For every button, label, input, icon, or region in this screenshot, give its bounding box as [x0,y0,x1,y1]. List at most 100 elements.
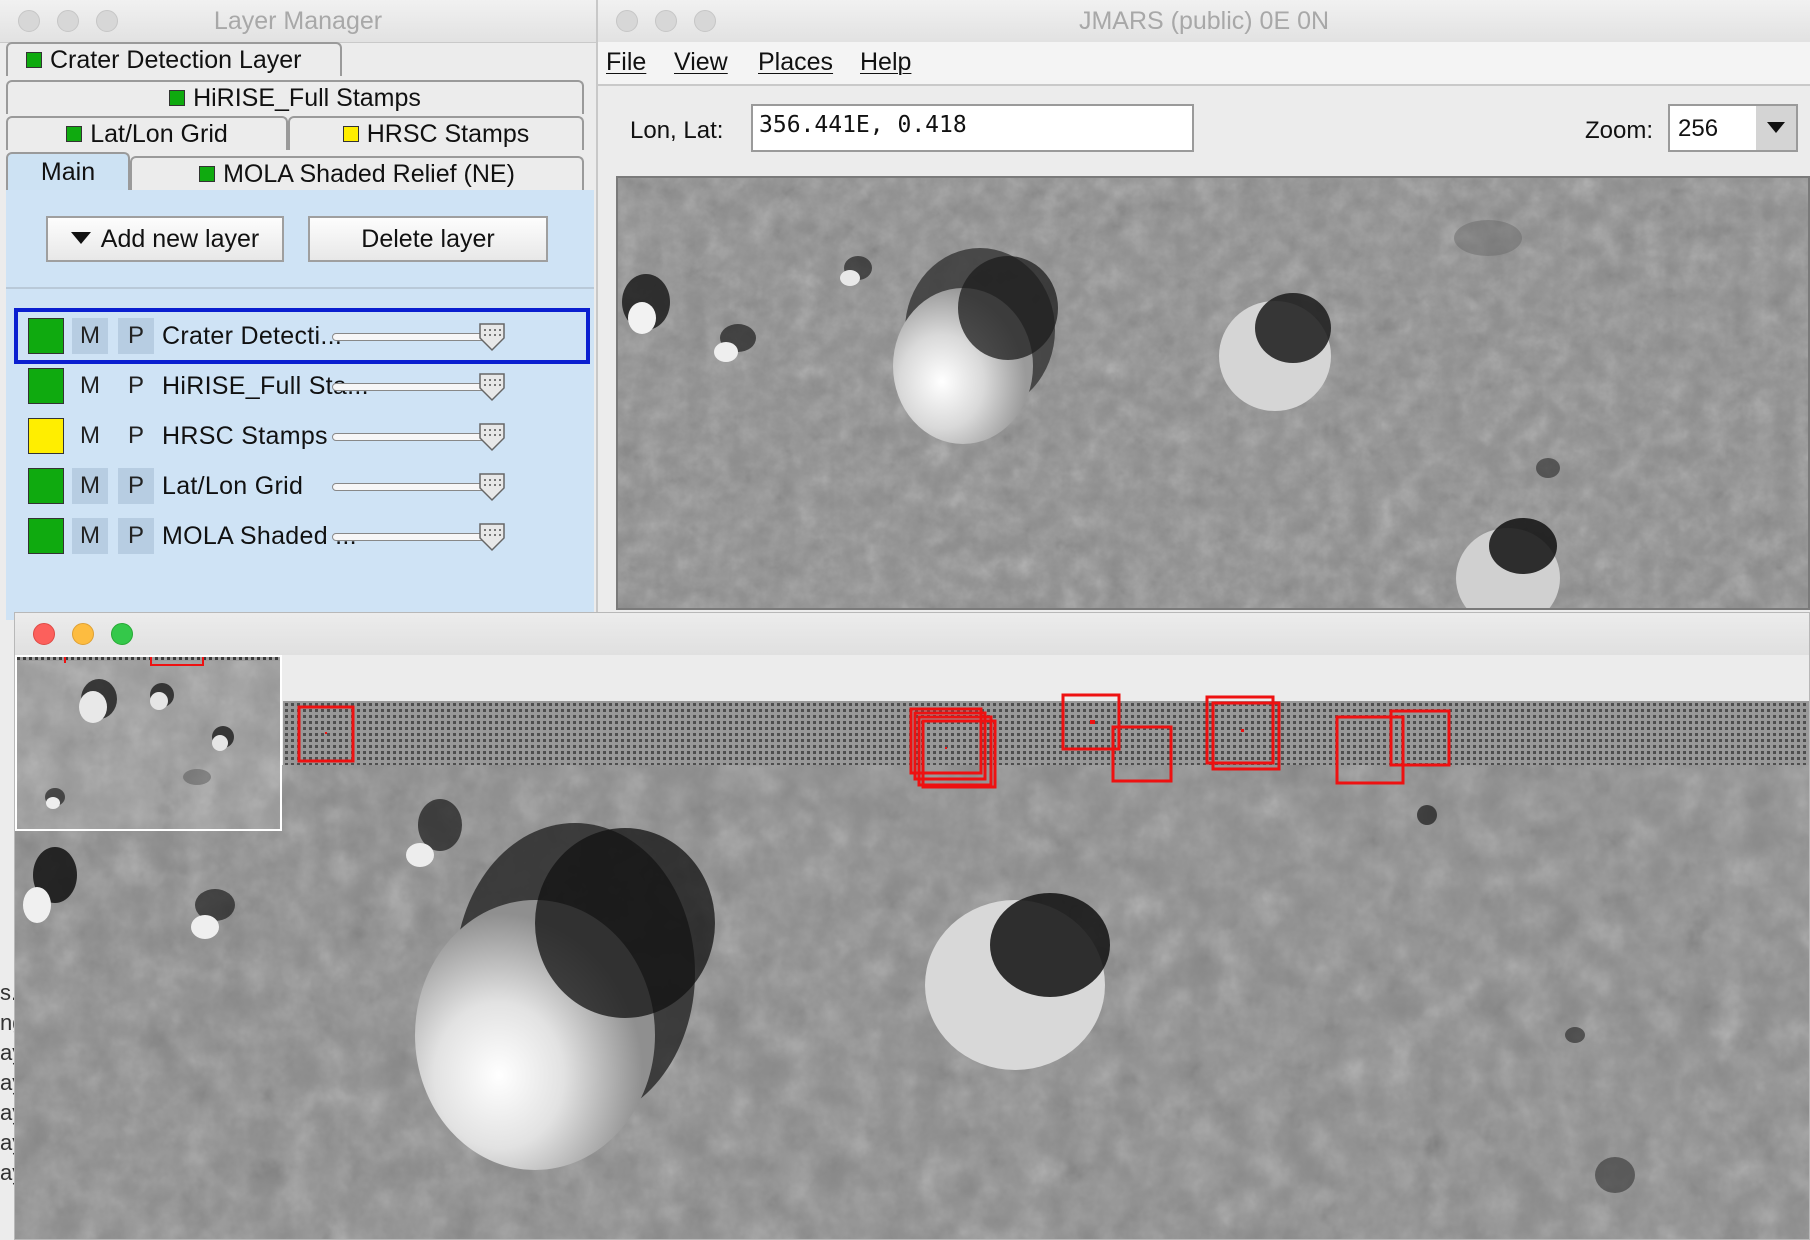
layer-row[interactable]: M P HiRISE_Full Sta... [14,358,590,414]
zoom-label: Zoom: [1585,117,1654,144]
layer-row[interactable]: M P HRSC Stamps [14,408,590,464]
jmars-window: JMARS (public) 0E 0N File View Places He… [598,0,1810,610]
opacity-slider[interactable] [332,483,492,491]
tab-hrsc-stamps[interactable]: HRSC Stamps [288,116,584,150]
window-title: Layer Manager [213,7,383,35]
layer-color-swatch[interactable] [28,418,64,454]
layer-manager-titlebar[interactable]: Layer Manager [0,0,596,43]
layer-color-swatch[interactable] [28,518,64,554]
layer-row[interactable]: M P Lat/Lon Grid [14,458,590,514]
menu-file[interactable]: File [606,48,646,77]
layer-color-icon [199,166,216,182]
tab-label: Crater Detection Layer [50,46,302,74]
tab-mola-shaded-relief[interactable]: MOLA Shaded Relief (NE) [130,156,584,190]
chevron-down-icon[interactable] [1756,106,1796,150]
background-window-edge: s. ng ay ay ay ay ay [0,980,14,1240]
layer-color-icon [66,126,83,142]
main-view-toggle[interactable]: M [72,418,108,454]
opacity-slider[interactable] [332,433,492,441]
zoom-button[interactable] [111,623,133,645]
delete-layer-button[interactable]: Delete layer [308,216,548,262]
minimize-button[interactable] [72,623,94,645]
tab-label: Lat/Lon Grid [90,120,228,148]
layer-manager-window: Layer Manager Crater Detection Layer HiR… [0,0,598,620]
panner-view-toggle[interactable]: P [118,318,154,354]
close-button[interactable] [33,623,55,645]
lonlat-input[interactable]: 356.441E, 0.418 [751,104,1194,152]
main-view-toggle[interactable]: M [72,468,108,504]
truncated-text: ay [0,1160,14,1185]
slider-thumb[interactable] [478,372,506,402]
truncated-text: s. [0,980,14,1005]
layer-color-swatch[interactable] [28,468,64,504]
zoom-select[interactable]: 256 [1668,104,1798,152]
overview-thumbnail[interactable] [15,655,282,831]
main-view-toggle[interactable]: M [72,368,108,404]
tab-main[interactable]: Main [6,152,130,190]
minimize-button[interactable] [57,10,79,32]
main-view-toggle[interactable]: M [72,318,108,354]
panner-view-toggle[interactable]: P [118,468,154,504]
add-new-layer-button[interactable]: Add new layer [46,216,284,262]
layer-row[interactable]: M P MOLA Shaded ... [14,508,590,564]
truncated-text: ay [0,1130,14,1155]
menu-view[interactable]: View [674,48,728,77]
zoom-button[interactable] [96,10,118,32]
main-view-toggle[interactable]: M [72,518,108,554]
window-controls [616,10,716,32]
detail-titlebar[interactable] [15,613,1809,655]
window-controls [33,623,133,645]
detail-map-content [15,655,1810,1240]
slider-thumb[interactable] [478,422,506,452]
truncated-text: ay [0,1100,14,1125]
zoom-value: 256 [1678,115,1719,142]
layer-color-icon [342,126,359,142]
panner-view-toggle[interactable]: P [118,518,154,554]
main-map-view[interactable] [616,176,1810,610]
close-button[interactable] [616,10,638,32]
layer-panel: Add new layer Delete layer M P Crater Dete… [6,190,594,620]
layer-name[interactable]: MOLA Shaded ... [162,518,357,554]
layer-color-icon [169,90,186,106]
close-button[interactable] [18,10,40,32]
slider-thumb[interactable] [478,472,506,502]
window-controls [18,10,118,32]
window-title: JMARS (public) 0E 0N [1078,7,1330,35]
menu-places[interactable]: Places [758,48,833,77]
minimize-button[interactable] [655,10,677,32]
layer-name[interactable]: Crater Detecti... [162,318,342,354]
layer-color-icon [26,52,42,68]
slider-thumb[interactable] [478,322,506,352]
truncated-text: ay [0,1070,14,1095]
lonlat-label: Lon, Lat: [630,117,724,144]
zoom-button[interactable] [694,10,716,32]
tab-label: MOLA Shaded Relief (NE) [223,160,515,188]
slider-thumb[interactable] [478,522,506,552]
layer-color-swatch[interactable] [28,368,64,404]
overview-map[interactable] [17,657,280,829]
layer-color-swatch[interactable] [28,318,64,354]
jmars-titlebar[interactable]: JMARS (public) 0E 0N [598,0,1810,43]
delete-layer-label: Delete layer [361,224,495,253]
layer-row[interactable]: M P Crater Detecti... [14,308,590,364]
opacity-slider[interactable] [332,383,492,391]
tab-crater-detection-layer[interactable]: Crater Detection Layer [6,42,342,76]
divider [6,287,594,289]
panner-view-toggle[interactable]: P [118,368,154,404]
add-layer-label: Add new layer [100,224,260,253]
tab-hirise-full-stamps[interactable]: HiRISE_Full Stamps [6,80,584,114]
detail-map-view[interactable] [15,655,1810,1240]
tab-label: HRSC Stamps [366,120,530,148]
opacity-slider[interactable] [332,333,492,341]
menu-bar: File View Places Help [598,42,1810,86]
panner-view-toggle[interactable]: P [118,418,154,454]
layer-name[interactable]: HRSC Stamps [162,418,328,454]
tab-lat-lon-grid[interactable]: Lat/Lon Grid [6,116,288,150]
tab-label: Main [40,158,96,186]
menu-help[interactable]: Help [860,48,911,77]
mars-terrain-map[interactable] [618,178,1810,610]
tab-label: HiRISE_Full Stamps [193,84,421,112]
opacity-slider[interactable] [332,533,492,541]
layer-name[interactable]: Lat/Lon Grid [162,468,303,504]
detail-map-window [14,612,1810,1240]
